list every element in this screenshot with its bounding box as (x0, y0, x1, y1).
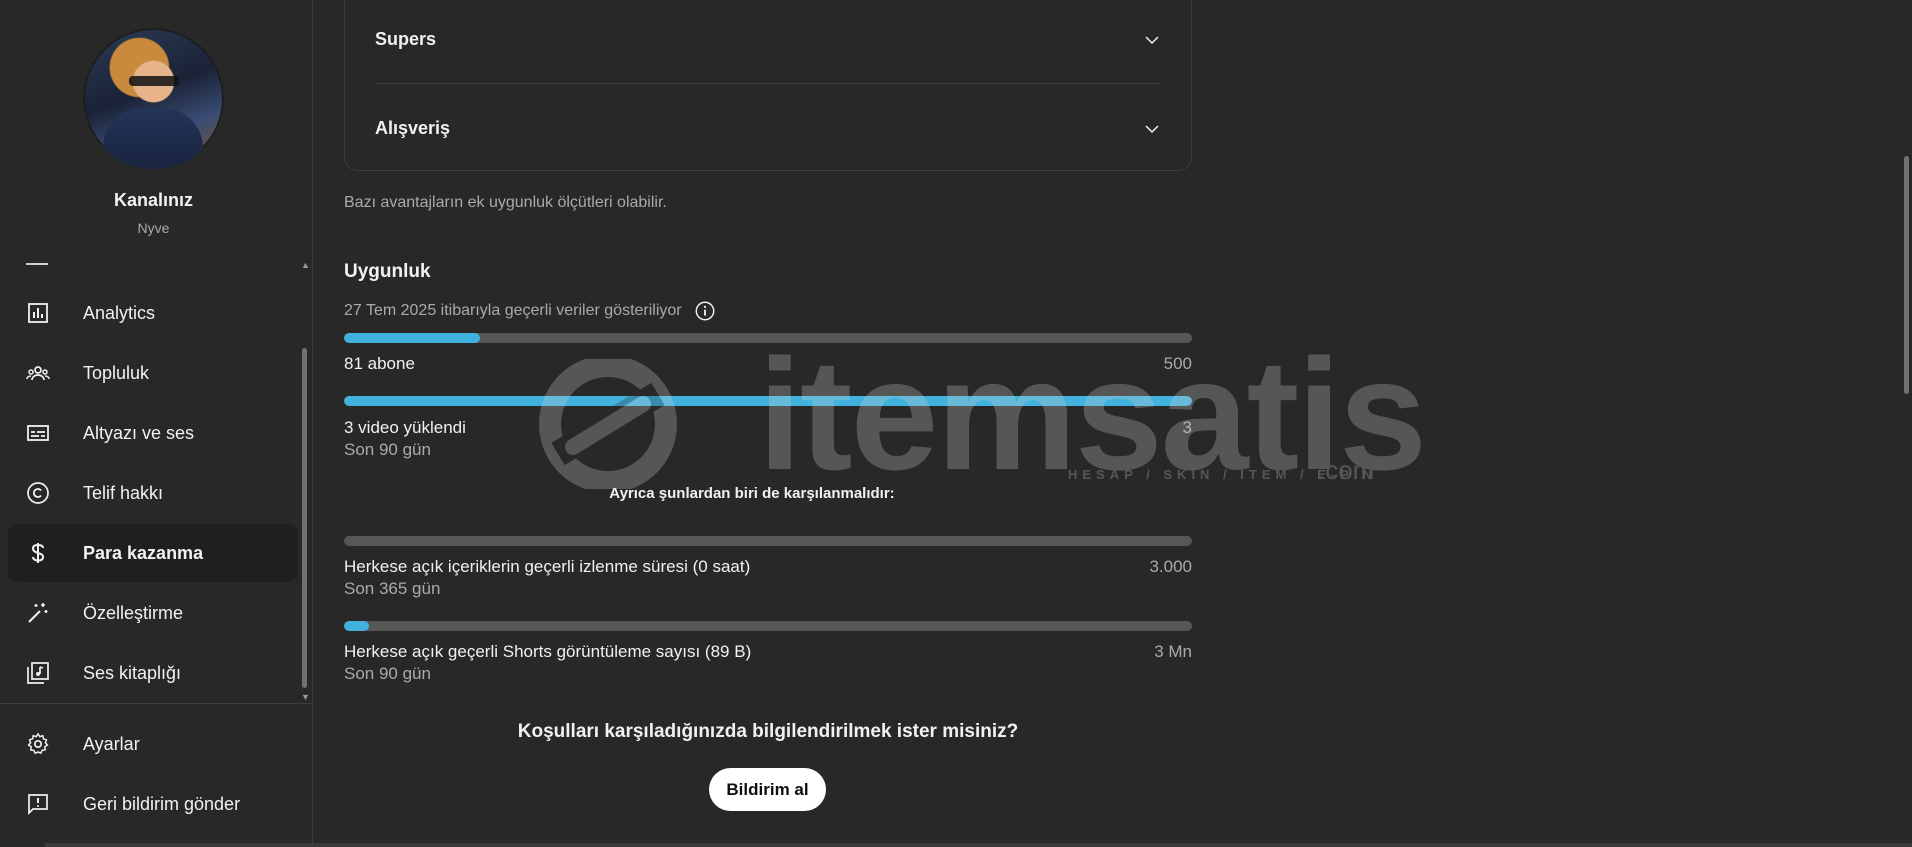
sidebar-item-label: Analytics (83, 302, 156, 323)
sidebar-item-label: Geri bildirim gönder (83, 793, 241, 814)
watch-hours-period: Son 365 gün (344, 579, 441, 598)
progress-fill (344, 621, 370, 631)
accordion-divider (375, 83, 1161, 84)
dollar-icon (31, 543, 45, 563)
shorts-views-label: Herkese açık geçerli Shorts görüntüleme … (344, 642, 752, 661)
sidebar-item-monetization[interactable]: Para kazanma (8, 524, 298, 582)
videos-period: Son 90 gün (344, 440, 431, 459)
shorts-views-target: 3 Mn (1154, 642, 1192, 661)
section-title: Uygunluk (344, 261, 431, 282)
eligibility-note: Bazı avantajların ek uygunluk ölçütleri … (344, 194, 667, 211)
gear-icon (27, 732, 49, 755)
channel-title: Kanalınız (113, 190, 193, 210)
sidebar-item-subtitles[interactable]: Altyazı ve ses (8, 404, 298, 462)
watermark-subtext: HESAP / SKIN / ITEM / E-PIN (1068, 467, 1377, 482)
sidebar-item-label: Ayarlar (83, 733, 140, 754)
itemsatis-logo-icon (539, 359, 677, 489)
sidebar-item-community[interactable]: Topluluk (8, 344, 298, 402)
sidebar-item-label: Altyazı ve ses (83, 422, 195, 443)
scroll-down-arrow[interactable]: ▼ (301, 692, 310, 702)
progress-fill (344, 333, 480, 343)
shorts-views-progress-bar (344, 621, 1192, 631)
community-icon (26, 366, 50, 381)
channel-name: Nyve (137, 220, 170, 236)
info-icon[interactable] (694, 300, 716, 322)
magic-wand-icon (28, 603, 48, 623)
feedback-icon (28, 794, 48, 816)
sidebar: Kanalınız Nyve ▲ ▼ Analytics Topluluk Al… (0, 0, 313, 847)
watch-hours-label: Herkese açık içeriklerin geçerli izlenme… (344, 557, 751, 576)
sidebar-item-label: Telif hakkı (83, 482, 164, 503)
notify-question: Koşulları karşıladığınızda bilgilendiril… (517, 721, 1019, 742)
scroll-up-arrow[interactable]: ▲ (301, 260, 310, 270)
also-required-text: Ayrıca şunlardan biri de karşılanmalıdır… (609, 485, 895, 502)
chevron-down-icon (1145, 36, 1159, 45)
itemsatis-watermark: itemsatis HESAP / SKIN / ITEM / E-PIN .c… (518, 327, 1427, 503)
audio-library-icon (27, 662, 49, 684)
subtitles-icon (27, 425, 49, 441)
watch-hours-target: 3.000 (1149, 557, 1192, 576)
videos-label: 3 video yüklendi (344, 418, 466, 437)
sidebar-item-analytics[interactable]: Analytics (8, 284, 298, 342)
sidebar-item-label: Ses kitaplığı (83, 662, 182, 683)
sidebar-item-settings[interactable]: Ayarlar (8, 715, 298, 773)
accordion-supers[interactable]: Supers (375, 19, 1161, 59)
channel-avatar[interactable] (83, 28, 224, 169)
data-date: 27 Tem 2025 itibarıyla geçerli veriler g… (344, 300, 716, 322)
notify-button[interactable]: Bildirim al (709, 768, 826, 811)
sidebar-item-label: Topluluk (83, 362, 150, 383)
sidebar-divider (0, 703, 313, 704)
main-scrollbar[interactable] (1904, 156, 1909, 394)
sidebar-item-copyright[interactable]: Telif hakkı (8, 464, 298, 522)
sidebar-item-label: Para kazanma (83, 542, 204, 563)
subscribers-label: 81 abone (344, 354, 415, 373)
accordion-label: Supers (375, 29, 437, 49)
watch-hours-progress-bar (344, 536, 1192, 546)
sidebar-item-label: Özelleştirme (83, 602, 184, 623)
subscribers-target: 500 (1163, 354, 1192, 373)
watermark-text: itemsatis (758, 327, 1427, 503)
sidebar-item-feedback[interactable]: Geri bildirim gönder (8, 775, 298, 833)
data-date-text: 27 Tem 2025 itibarıyla geçerli veriler g… (344, 302, 682, 319)
subscribers-progress-bar (344, 333, 1192, 343)
progress-fill (344, 396, 1192, 406)
content-list-icon (26, 251, 48, 265)
shorts-views-period: Son 90 gün (344, 664, 431, 683)
sidebar-scrollbar[interactable] (302, 348, 307, 688)
sidebar-item-audio-library[interactable]: Ses kitaplığı (8, 644, 298, 702)
videos-target: 3 (1182, 418, 1192, 437)
watermark-suffix: .com (1318, 455, 1375, 485)
videos-progress-bar (344, 396, 1192, 406)
bottom-edge (45, 843, 1912, 847)
copyright-icon (27, 482, 49, 504)
chevron-down-icon (1145, 125, 1159, 134)
sidebar-item-customization[interactable]: Özelleştirme (8, 584, 298, 642)
accordion-shopping[interactable]: Alışveriş (375, 108, 1161, 148)
accordion-label: Alışveriş (375, 118, 451, 138)
analytics-icon (28, 303, 48, 323)
